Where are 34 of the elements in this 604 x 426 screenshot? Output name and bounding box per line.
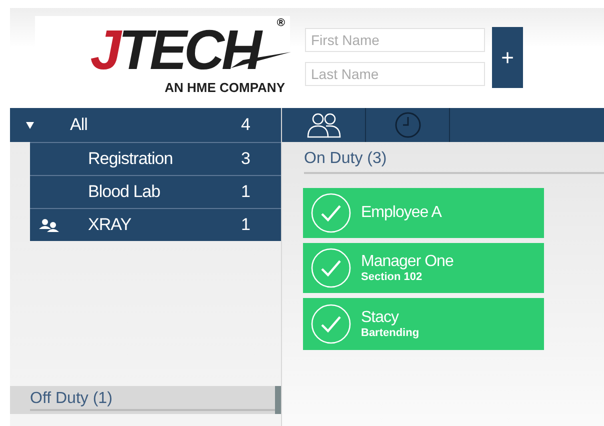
logo-letter: J: [90, 22, 118, 78]
group-row[interactable]: Registration 3: [30, 142, 281, 175]
employee-name: Employee A: [361, 204, 442, 222]
on-duty-title: On Duty (3): [304, 150, 604, 174]
employee-name: Stacy: [361, 309, 400, 327]
group-row[interactable]: All 4: [10, 108, 281, 142]
check-circle-icon[interactable]: [311, 248, 351, 288]
employee-detail: Bartending: [361, 327, 420, 339]
employee-name: Manager One: [361, 253, 454, 271]
add-button[interactable]: +: [492, 27, 523, 88]
check-circle-icon[interactable]: [311, 304, 351, 344]
group-count: 1: [241, 215, 251, 235]
registered-mark: ®: [276, 16, 285, 30]
group-label: Blood Lab: [88, 182, 162, 202]
group-row[interactable]: XRAY 1: [30, 208, 281, 241]
last-name-field[interactable]: Last Name: [305, 62, 485, 86]
employee-detail: Section 102: [361, 271, 424, 283]
group-count: 1: [241, 182, 251, 202]
group-label: All: [70, 115, 88, 135]
first-name-field[interactable]: First Name: [305, 28, 485, 52]
group-count: 3: [241, 149, 251, 169]
group-label: XRAY: [88, 215, 132, 235]
clock-icon: [394, 111, 422, 139]
check-circle-icon[interactable]: [311, 193, 351, 233]
group-row[interactable]: Blood Lab 1: [30, 175, 281, 208]
scrollbar-thumb[interactable]: [275, 386, 281, 414]
off-duty-header[interactable]: Off Duty (1): [10, 386, 281, 414]
off-duty-title: Off Duty (1): [30, 390, 275, 410]
group-label: Registration: [88, 149, 174, 169]
people-icon: [39, 218, 59, 232]
expand-caret-icon[interactable]: [26, 122, 34, 128]
people-icon: [306, 112, 340, 138]
group-count: 4: [241, 115, 251, 135]
logo-tagline: AN HME COMPANY: [164, 80, 285, 95]
